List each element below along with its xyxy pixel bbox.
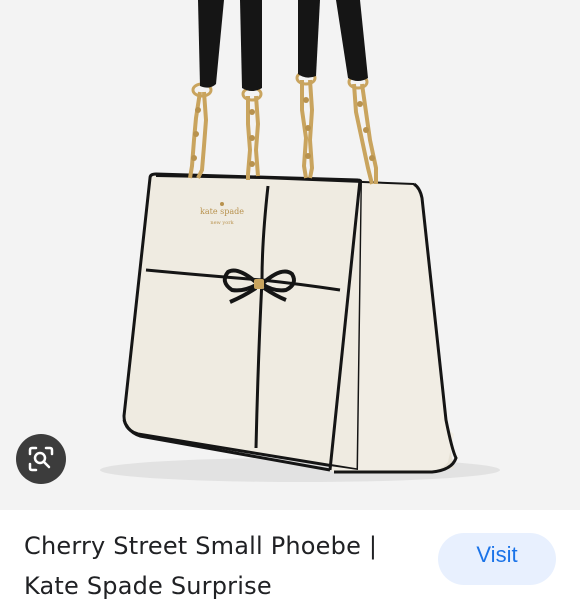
- handbag-illustration: kate spade new york: [100, 0, 500, 482]
- result-title[interactable]: Cherry Street Small Phoebe | Kate Spade …: [24, 526, 404, 606]
- lens-search-button[interactable]: [16, 434, 66, 484]
- chain-straps: [188, 79, 378, 185]
- leather-straps: [198, 0, 368, 91]
- svg-text:new york: new york: [210, 220, 234, 226]
- product-image[interactable]: kate spade new york: [0, 0, 580, 510]
- visit-button[interactable]: Visit: [438, 533, 556, 585]
- svg-text:kate spade: kate spade: [200, 207, 244, 216]
- lens-search-icon: [28, 446, 54, 472]
